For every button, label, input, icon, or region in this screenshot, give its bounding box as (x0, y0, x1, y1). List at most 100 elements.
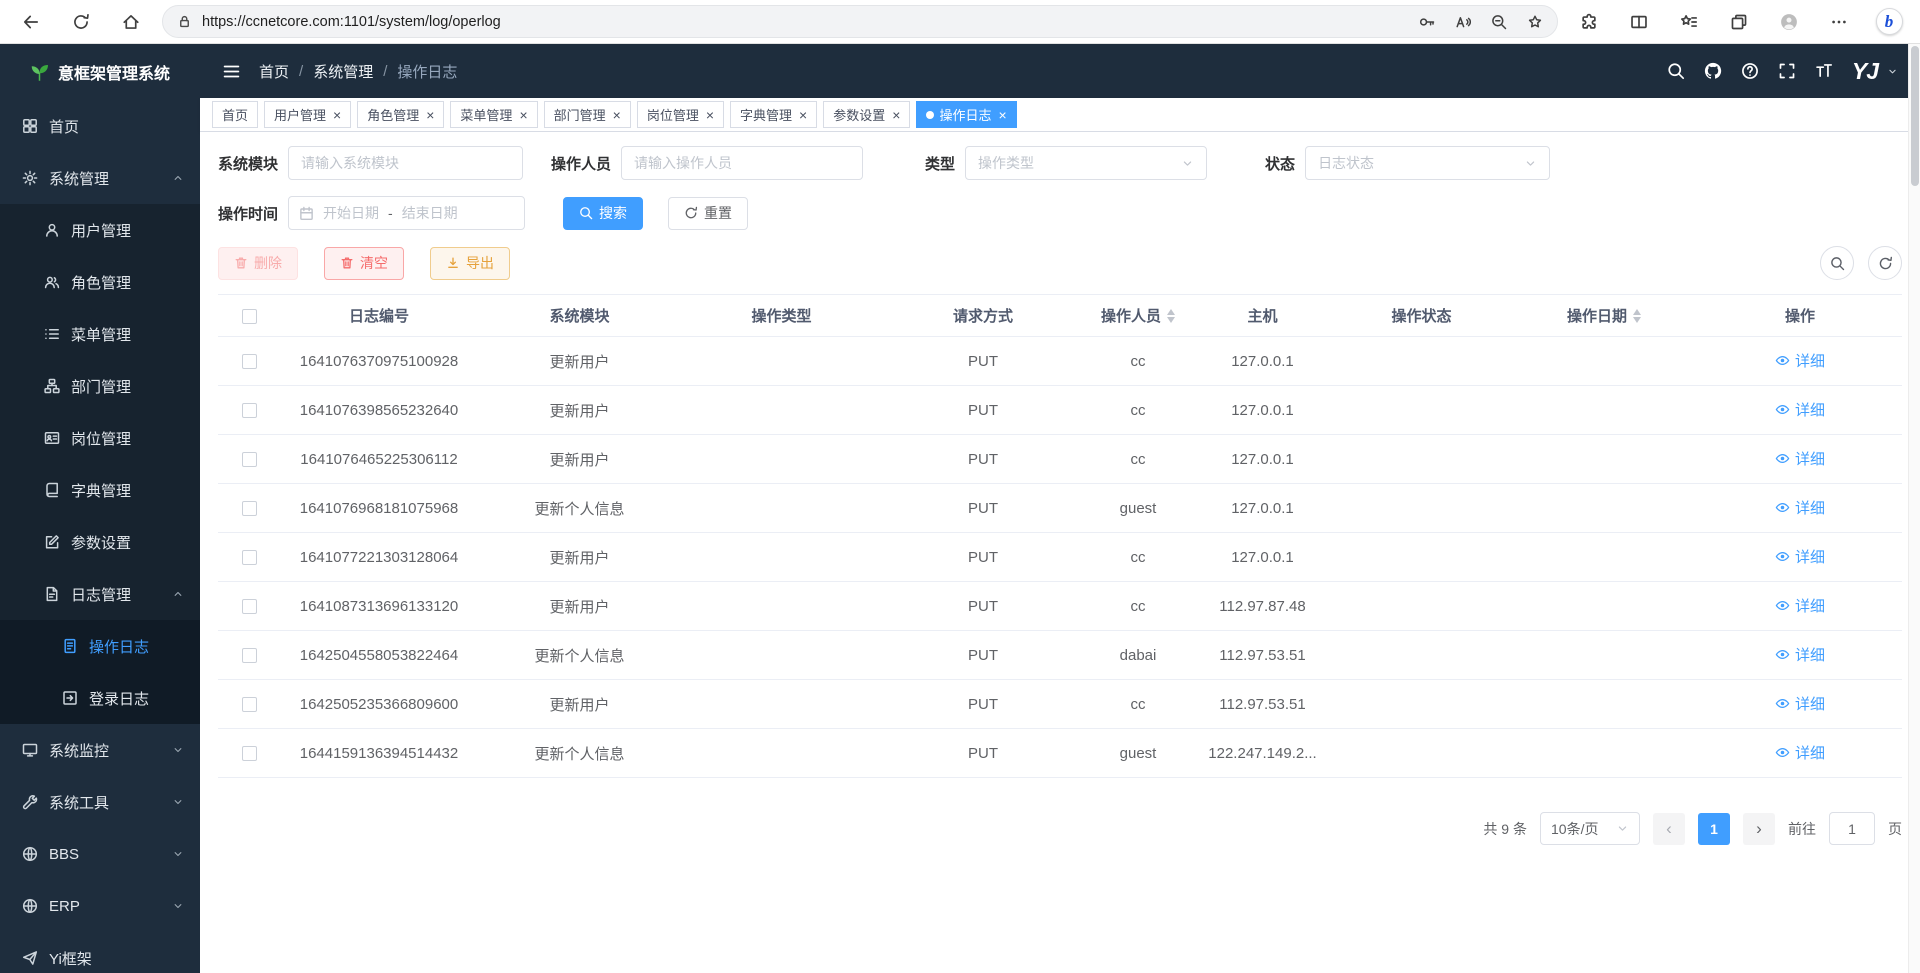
read-aloud-icon[interactable] (1455, 14, 1471, 30)
column-header-operator[interactable]: 操作人员 (1084, 295, 1192, 337)
tab-operation-log[interactable]: 操作日志× (916, 101, 1016, 128)
sidebar-item-login-log[interactable]: 登录日志 (0, 672, 200, 724)
tab-home[interactable]: 首页 (212, 101, 258, 128)
tab-user-management[interactable]: 用户管理× (264, 101, 351, 128)
date-range-picker[interactable]: 开始日期 - 结束日期 (288, 196, 525, 230)
row-checkbox[interactable] (242, 501, 257, 516)
operator-input[interactable] (621, 146, 863, 180)
reset-button[interactable]: 重置 (668, 197, 748, 230)
address-bar[interactable]: https://ccnetcore.com:1101/system/log/op… (162, 5, 1558, 38)
sidebar-item-operation-log[interactable]: 操作日志 (0, 620, 200, 672)
detail-link[interactable]: 详细 (1775, 595, 1825, 616)
favorites-button[interactable] (1668, 4, 1710, 40)
row-checkbox[interactable] (242, 746, 257, 761)
close-icon[interactable]: × (998, 108, 1006, 122)
sidebar-item-erp[interactable]: ERP (0, 880, 200, 932)
sidebar-item-home[interactable]: 首页 (0, 100, 200, 152)
scrollbar-thumb[interactable] (1911, 46, 1919, 186)
export-button[interactable]: 导出 (430, 247, 510, 280)
back-button[interactable] (10, 4, 52, 40)
column-header-operate-date[interactable]: 操作日期 (1510, 295, 1698, 337)
sidebar-item-role-management[interactable]: 角色管理 (0, 256, 200, 308)
detail-link[interactable]: 详细 (1775, 693, 1825, 714)
collapse-sidebar-button[interactable] (222, 62, 241, 81)
bing-button[interactable]: b (1868, 4, 1910, 40)
goto-page-input[interactable] (1829, 812, 1875, 845)
add-favorite-icon[interactable] (1527, 14, 1543, 30)
sidebar-item-yi-framework[interactable]: Yi框架 (0, 932, 200, 973)
delete-button[interactable]: 删除 (218, 247, 298, 280)
row-checkbox[interactable] (242, 599, 257, 614)
close-icon[interactable]: × (892, 108, 900, 122)
sidebar-item-parameter-settings[interactable]: 参数设置 (0, 516, 200, 568)
select-all-checkbox[interactable] (242, 309, 257, 324)
detail-link[interactable]: 详细 (1775, 399, 1825, 420)
prev-page-button[interactable]: ‹ (1653, 813, 1685, 845)
close-icon[interactable]: × (613, 108, 621, 122)
sort-icon[interactable] (1167, 305, 1175, 327)
page-number-button[interactable]: 1 (1698, 813, 1730, 845)
breadcrumb-item[interactable]: 系统管理 (313, 61, 373, 82)
refresh-table-button[interactable] (1868, 246, 1902, 280)
detail-link[interactable]: 详细 (1775, 448, 1825, 469)
sidebar-item-log-management[interactable]: 日志管理 (0, 568, 200, 620)
sidebar-item-user-management[interactable]: 用户管理 (0, 204, 200, 256)
row-checkbox[interactable] (242, 403, 257, 418)
fullscreen-icon[interactable] (1778, 62, 1796, 80)
tab-menu-management[interactable]: 菜单管理× (450, 101, 537, 128)
close-icon[interactable]: × (799, 108, 807, 122)
detail-link[interactable]: 详细 (1775, 742, 1825, 763)
tab-role-management[interactable]: 角色管理× (357, 101, 444, 128)
zoom-out-icon[interactable] (1491, 14, 1507, 30)
refresh-button[interactable] (60, 4, 102, 40)
tab-dictionary-management[interactable]: 字典管理× (730, 101, 817, 128)
sidebar-item-system-monitoring[interactable]: 系统监控 (0, 724, 200, 776)
search-button[interactable]: 搜索 (563, 197, 643, 230)
detail-link[interactable]: 详细 (1775, 350, 1825, 371)
collections-button[interactable] (1718, 4, 1760, 40)
module-input[interactable] (288, 146, 523, 180)
tab-post-management[interactable]: 岗位管理× (637, 101, 724, 128)
sidebar-item-department-management[interactable]: 部门管理 (0, 360, 200, 412)
settings-more-button[interactable] (1818, 4, 1860, 40)
github-icon[interactable] (1704, 62, 1722, 80)
clear-button[interactable]: 清空 (324, 247, 404, 280)
password-key-icon[interactable] (1419, 14, 1435, 30)
split-screen-button[interactable] (1618, 4, 1660, 40)
sidebar-item-system-management[interactable]: 系统管理 (0, 152, 200, 204)
close-icon[interactable]: × (706, 108, 714, 122)
sidebar-item-menu-management[interactable]: 菜单管理 (0, 308, 200, 360)
row-checkbox[interactable] (242, 697, 257, 712)
user-logo[interactable]: YJ (1852, 60, 1878, 83)
close-icon[interactable]: × (426, 108, 434, 122)
help-icon[interactable] (1741, 62, 1759, 80)
sidebar-item-system-tools[interactable]: 系统工具 (0, 776, 200, 828)
sidebar-item-bbs[interactable]: BBS (0, 828, 200, 880)
sidebar-item-post-management[interactable]: 岗位管理 (0, 412, 200, 464)
sort-icon[interactable] (1633, 305, 1641, 327)
toggle-search-button[interactable] (1820, 246, 1854, 280)
row-checkbox[interactable] (242, 648, 257, 663)
row-checkbox[interactable] (242, 354, 257, 369)
tab-department-management[interactable]: 部门管理× (544, 101, 631, 128)
row-checkbox[interactable] (242, 550, 257, 565)
profile-button[interactable] (1768, 4, 1810, 40)
page-scrollbar[interactable] (1908, 44, 1920, 973)
detail-link[interactable]: 详细 (1775, 644, 1825, 665)
home-button[interactable] (110, 4, 152, 40)
status-select[interactable]: 日志状态 (1305, 146, 1550, 180)
url-text[interactable]: https://ccnetcore.com:1101/system/log/op… (202, 14, 1409, 30)
detail-link[interactable]: 详细 (1775, 497, 1825, 518)
chevron-down-icon[interactable] (1887, 66, 1898, 77)
extensions-button[interactable] (1568, 4, 1610, 40)
next-page-button[interactable]: › (1743, 813, 1775, 845)
type-select[interactable]: 操作类型 (965, 146, 1207, 180)
tab-parameter-settings[interactable]: 参数设置× (823, 101, 910, 128)
breadcrumb-item[interactable]: 首页 (259, 61, 289, 82)
sidebar-item-dictionary-management[interactable]: 字典管理 (0, 464, 200, 516)
close-icon[interactable]: × (519, 108, 527, 122)
search-icon[interactable] (1667, 62, 1685, 80)
close-icon[interactable]: × (333, 108, 341, 122)
row-checkbox[interactable] (242, 452, 257, 467)
font-size-icon[interactable] (1815, 62, 1833, 80)
